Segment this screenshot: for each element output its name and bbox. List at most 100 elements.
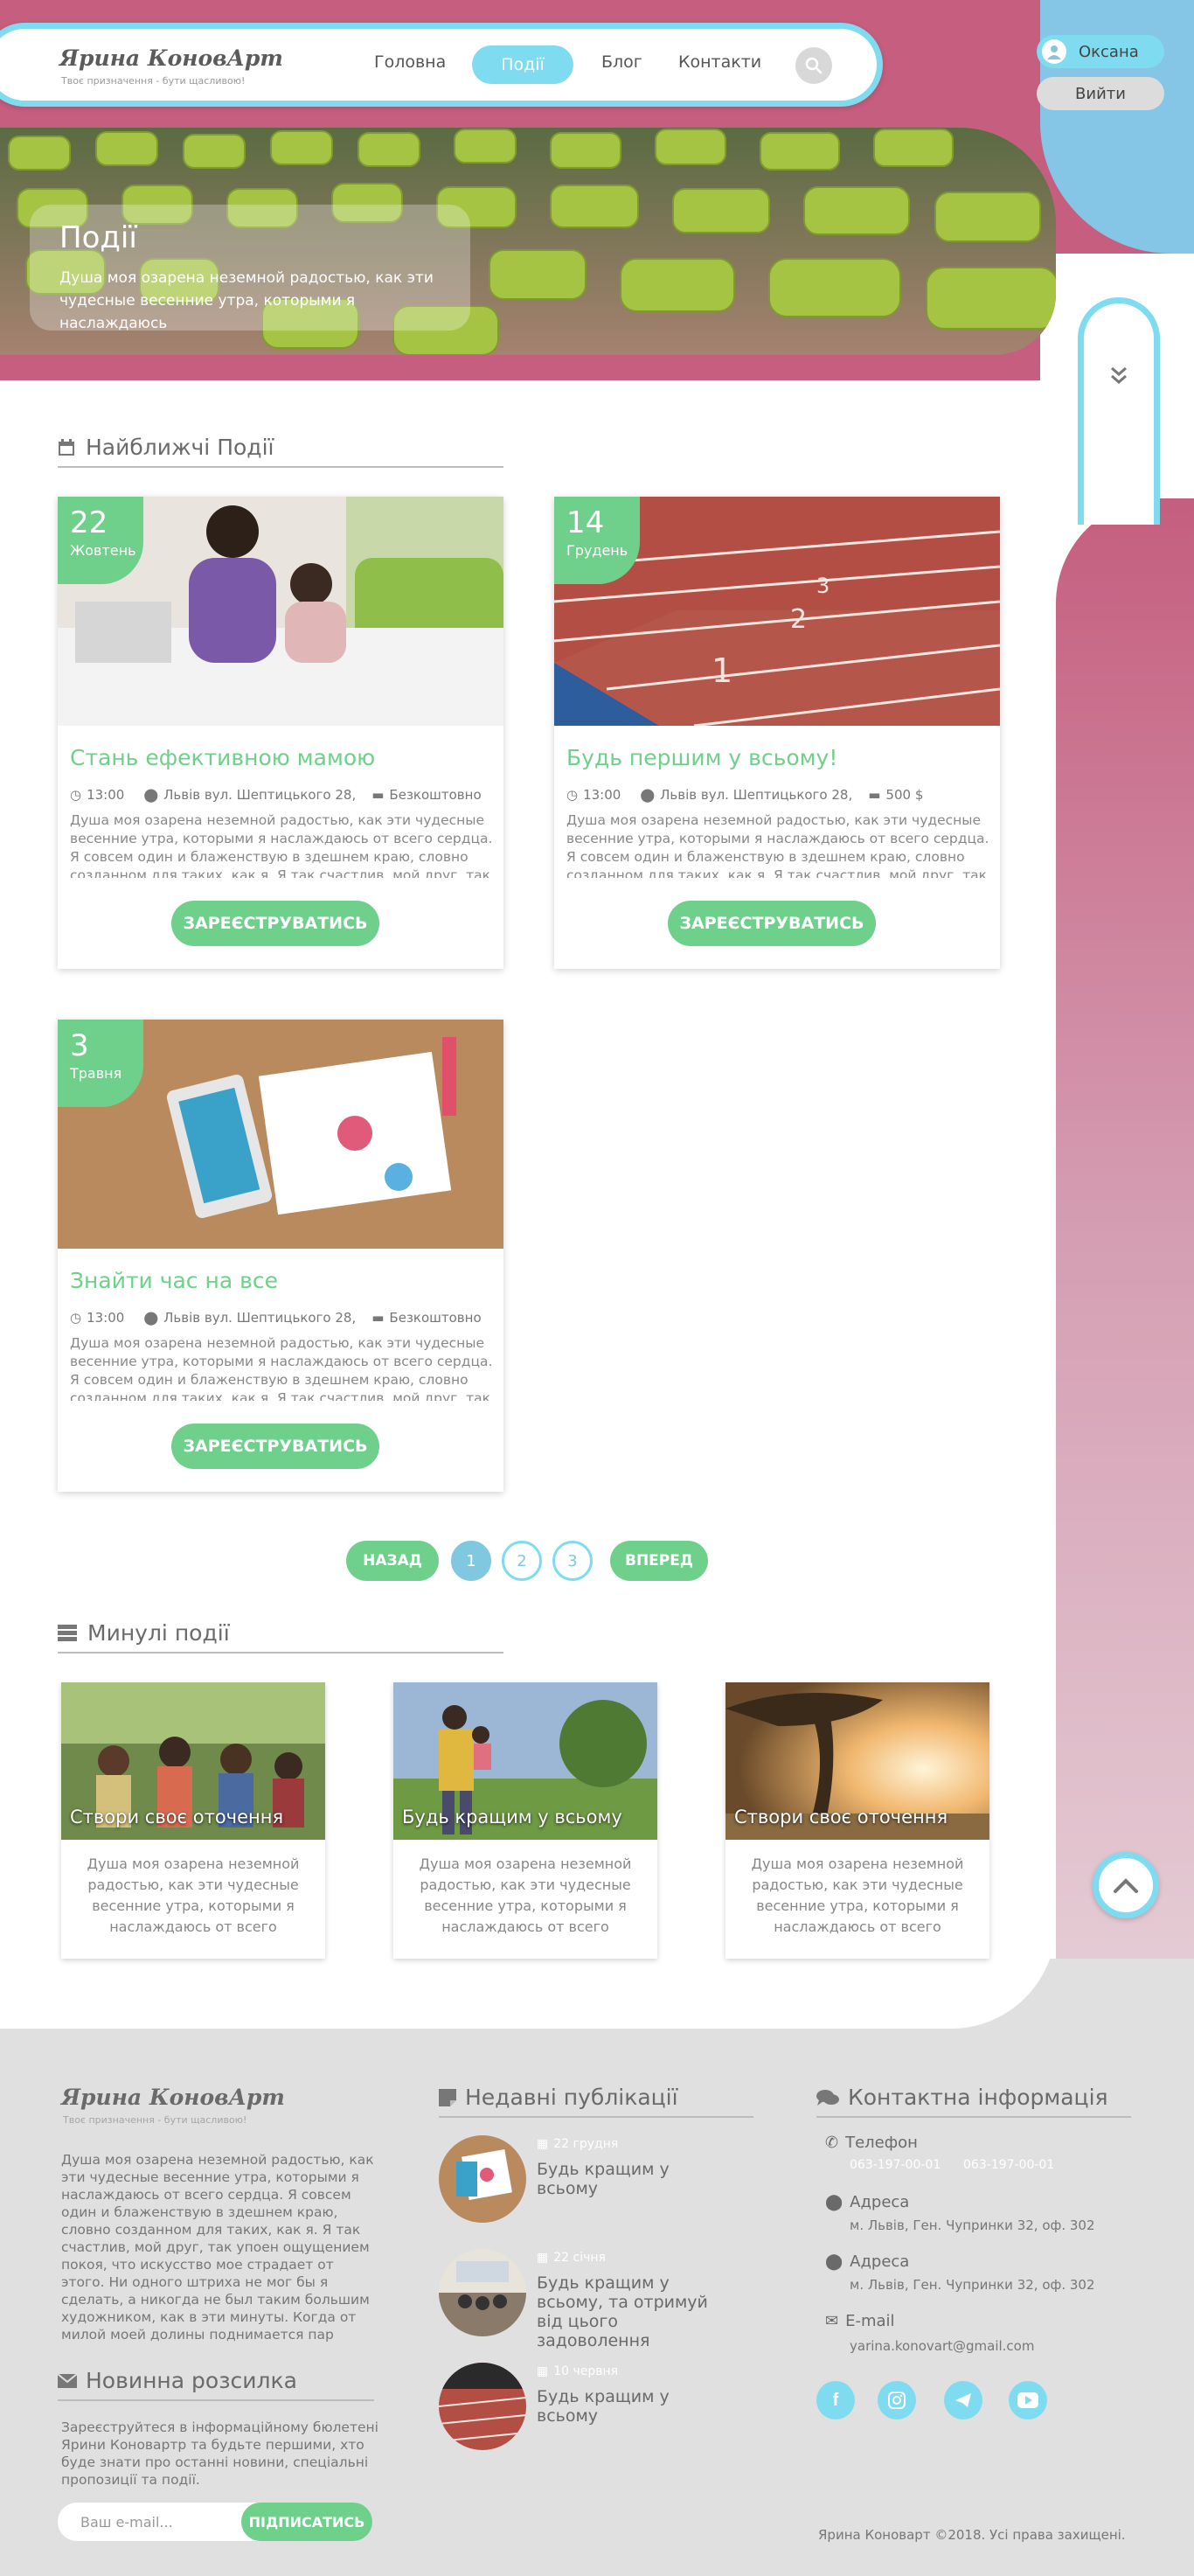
scroll-to-top-button[interactable] [1093, 1852, 1159, 1918]
event-time: 13:00 [583, 787, 621, 803]
instagram-icon[interactable] [878, 2381, 916, 2419]
event-date-badge: 14 Грудень [554, 497, 640, 584]
server-icon [58, 1624, 77, 1641]
event-description: Душа моя озарена неземной радостью, как … [70, 812, 493, 878]
address-label-text: Адреса [850, 2252, 910, 2271]
event-month: Жовтень [70, 542, 136, 559]
register-button[interactable]: ЗАРЕЄСТРУВАТИСЬ [668, 901, 876, 946]
phone-number[interactable]: 063-197-00-01 [963, 2158, 1054, 2172]
footer-logo[interactable]: Ярина КоновАрт [61, 2085, 285, 2110]
double-chevron-down-icon [1111, 366, 1127, 384]
footer-about-text: Душа моя озарена неземной радостью, как … [61, 2152, 374, 2343]
nav-item-contacts[interactable]: Контакти [678, 52, 761, 72]
recent-posts-heading: Недавні публікації [439, 2085, 678, 2110]
register-button[interactable]: ЗАРЕЄСТРУВАТИСЬ [171, 901, 379, 946]
event-description: Душа моя озарена неземной радостью, как … [70, 1335, 493, 1401]
event-address: Львів вул. Шептицького 28, [163, 787, 357, 803]
contact-heading-text: Контактна інформація [848, 2085, 1108, 2110]
event-card: 1 2 3 14 Грудень Будь першим у всьому! ◷… [554, 497, 1000, 969]
youtube-icon[interactable] [1009, 2381, 1047, 2419]
pagination-prev-button[interactable]: НАЗАД [346, 1541, 439, 1581]
user-icon [1047, 45, 1061, 59]
event-meta: ◷ 13:00 ⬤ Львів вул. Шептицького 28, ▬ Б… [70, 1310, 482, 1326]
logo[interactable]: Ярина КоновАрт [59, 45, 283, 71]
email-label-text: E-mail [845, 2312, 895, 2330]
post-date-text: 22 грудня [553, 2137, 619, 2151]
pagination-page-1[interactable]: 1 [451, 1541, 491, 1581]
post-title[interactable]: Будь кращим у всьому, та отримуй від цьо… [537, 2273, 729, 2350]
event-day: 14 [566, 505, 605, 540]
phone-number[interactable]: 063-197-00-01 [850, 2158, 941, 2172]
post-date-text: 10 червня [553, 2364, 619, 2378]
nav-item-blog[interactable]: Блог [601, 52, 642, 72]
past-event-description: Душа моя озарена неземной радостью, как … [87, 1855, 300, 1935]
contact-divider [816, 2116, 1131, 2118]
map-marker-icon: ⬤ [825, 2252, 843, 2271]
past-event-title: Створи своє оточення [734, 1807, 948, 1828]
clock-icon: ◷ [70, 787, 82, 803]
register-button[interactable]: ЗАРЕЄСТРУВАТИСЬ [171, 1424, 379, 1469]
phone-label: ✆ Телефон [825, 2134, 918, 2152]
search-button[interactable] [795, 47, 832, 84]
post-thumbnail[interactable] [439, 2135, 526, 2223]
hero-description: Душа моя озарена неземной радостью, как … [59, 269, 434, 332]
newsletter-email-input[interactable] [58, 2503, 250, 2541]
email-label: ✉ E-mail [825, 2312, 895, 2330]
envelope-icon [58, 2373, 77, 2388]
event-title[interactable]: Будь першим у всьому! [566, 745, 837, 770]
subscribe-button[interactable]: ПІДПИСАТИСЬ [241, 2503, 372, 2541]
address-value: м. Львів, Ген. Чупринки 32, оф. 302 [850, 2217, 1095, 2233]
past-event-title: Будь кращим у всьому [402, 1807, 622, 1828]
email-value[interactable]: yarina.konovart@gmail.com [850, 2338, 1034, 2354]
post-thumbnail[interactable] [439, 2363, 526, 2450]
address-value: м. Львів, Ген. Чупринки 32, оф. 302 [850, 2277, 1095, 2293]
user-profile-button[interactable]: Оксана [1037, 35, 1164, 68]
calendar-icon: ▦ [537, 2251, 549, 2265]
post-date: ▦ 22 січня [537, 2251, 606, 2265]
scroll-down-tab[interactable] [1078, 297, 1160, 525]
nav-item-home[interactable]: Головна [374, 52, 446, 72]
event-meta: ◷ 13:00 ⬤ Львів вул. Шептицького 28, ▬ Б… [70, 787, 482, 803]
map-marker-icon: ⬤ [143, 787, 159, 803]
pagination-page-2[interactable]: 2 [502, 1541, 542, 1581]
event-title[interactable]: Знайти час на все [70, 1268, 278, 1293]
past-event-card[interactable]: Будь кращим у всьому Душа моя озарена не… [393, 1682, 657, 1959]
event-meta: ◷ 13:00 ⬤ Львів вул. Шептицького 28, ▬ 5… [566, 787, 923, 803]
event-address: Львів вул. Шептицького 28, [163, 1310, 357, 1326]
event-price: Безкоштовно [389, 787, 482, 803]
past-event-title: Створи своє оточення [70, 1807, 284, 1828]
pagination-next-button[interactable]: ВПЕРЕД [610, 1541, 708, 1581]
event-time: 13:00 [87, 787, 125, 803]
nav-item-events[interactable]: Події [472, 45, 573, 84]
logout-button[interactable]: Вийти [1037, 77, 1164, 110]
past-event-card[interactable]: Створи своє оточення Душа моя озарена не… [61, 1682, 325, 1959]
telegram-icon[interactable] [944, 2381, 982, 2419]
past-heading-divider [58, 1652, 503, 1654]
logo-tagline: Твоє призначення - бути щасливою! [61, 75, 246, 87]
post-thumbnail[interactable] [439, 2249, 526, 2336]
post-date: ▦ 22 грудня [537, 2137, 618, 2151]
newsletter-divider [58, 2399, 374, 2401]
recent-posts-heading-text: Недавні публікації [465, 2085, 678, 2110]
event-price: 500 $ [885, 787, 924, 803]
money-icon: ▬ [868, 787, 881, 803]
event-time: 13:00 [87, 1310, 125, 1326]
comments-icon [816, 2089, 839, 2106]
newsletter-heading-text: Новинна розсилка [86, 2368, 297, 2393]
money-icon: ▬ [371, 1310, 385, 1326]
copyright: Ярина Коноварт ©2018. Усі права захищені… [818, 2527, 1126, 2543]
post-title[interactable]: Будь кращим у всьому [537, 2160, 729, 2198]
pagination-page-3[interactable]: 3 [552, 1541, 593, 1581]
chevron-up-icon [1114, 1878, 1138, 1893]
calendar-icon: ▦ [537, 2137, 549, 2151]
newsletter-heading: Новинна розсилка [58, 2368, 297, 2393]
past-events-heading: Минулі події [58, 1620, 230, 1646]
event-card: 22 Жовтень Стань ефективною мамою ◷ 13:0… [58, 497, 503, 969]
post-title[interactable]: Будь кращим у всьому [537, 2387, 729, 2426]
past-event-card[interactable]: Створи своє оточення Душа моя озарена не… [725, 1682, 989, 1959]
event-price: Безкоштовно [389, 1310, 482, 1326]
footer-logo-tagline: Твоє призначення - бути щасливою! [63, 2114, 247, 2126]
event-title[interactable]: Стань ефективною мамою [70, 745, 375, 770]
contact-info-heading: Контактна інформація [816, 2085, 1108, 2110]
facebook-icon[interactable]: f [816, 2381, 855, 2419]
